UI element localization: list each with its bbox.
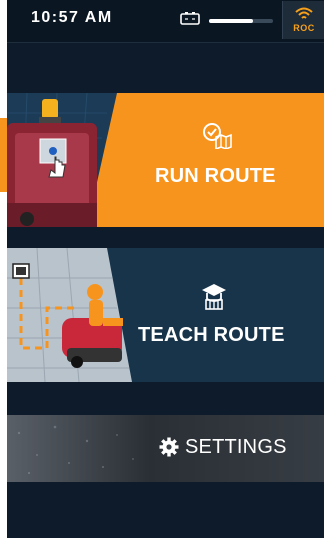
teacher-icon (202, 284, 226, 310)
roc-button[interactable]: ROC (282, 1, 324, 39)
clock-time: 10:57 AM (31, 9, 113, 26)
teach-route-tile[interactable]: TEACH ROUTE (7, 248, 324, 382)
roc-label: ROC (293, 23, 315, 33)
settings-label: SETTINGS (185, 436, 287, 458)
settings-tile[interactable]: SETTINGS (7, 415, 324, 482)
run-route-robot-image (7, 93, 117, 227)
status-bar: 10:57 AM ROC (7, 0, 324, 43)
gear-icon (159, 437, 179, 457)
teach-route-label: TEACH ROUTE (138, 324, 285, 346)
robot-screen: 10:57 AM ROC RUN ROUTE TEACH ROUTE SETTI… (7, 0, 324, 538)
volume-slider[interactable] (209, 19, 273, 23)
teach-route-operator-image (7, 248, 132, 382)
battery-icon[interactable] (180, 11, 200, 25)
run-route-tile[interactable]: RUN ROUTE (7, 93, 324, 227)
route-check-icon (203, 123, 232, 149)
run-route-label: RUN ROUTE (155, 165, 276, 187)
wifi-signal-icon (295, 7, 313, 19)
